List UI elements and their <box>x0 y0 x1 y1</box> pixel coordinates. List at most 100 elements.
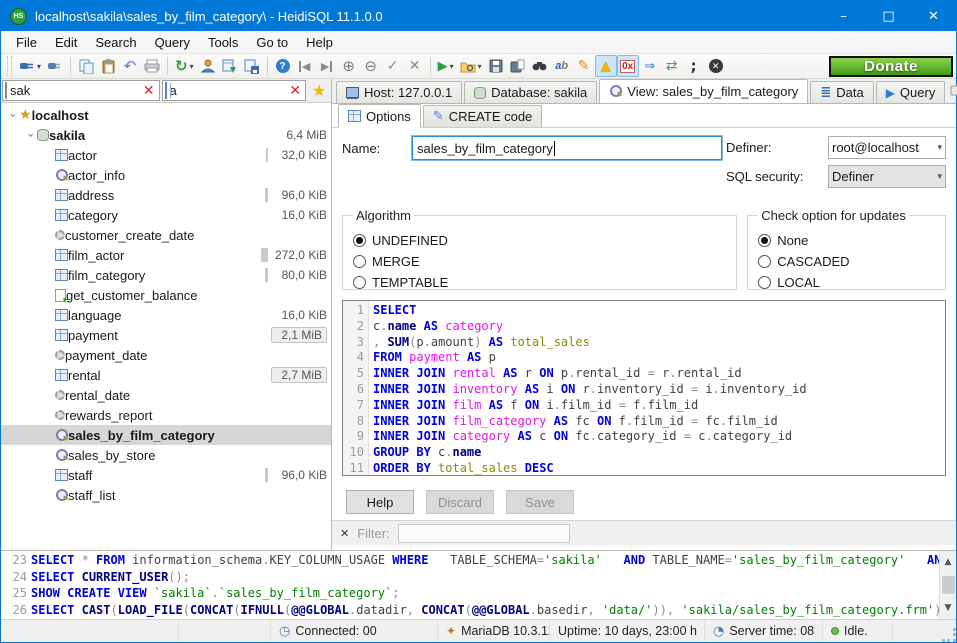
donate-button[interactable]: Donate <box>829 56 953 77</box>
delete-row-button[interactable]: ⊖ <box>360 55 382 77</box>
grid-filter-input[interactable] <box>398 524 570 543</box>
reconnect-button[interactable]: ⇄ <box>661 55 683 77</box>
copy-button[interactable] <box>75 55 97 77</box>
first-record-button[interactable]: ◀ <box>294 55 316 77</box>
bind-params-button[interactable]: 0x <box>617 55 639 77</box>
disconnect-button[interactable] <box>44 55 66 77</box>
help-form-button[interactable]: Help <box>346 490 414 514</box>
title-bar[interactable]: HS localhost\sakila\sales_by_film_catego… <box>1 1 956 31</box>
database-filter-input[interactable]: sak ✕ <box>2 80 160 101</box>
clear-table-filter-icon[interactable]: ✕ <box>287 83 303 99</box>
tab-data[interactable]: ≣Data <box>810 81 873 103</box>
tree-item-film_actor[interactable]: ›film_actor272,0 KiB <box>1 245 331 265</box>
scroll-thumb[interactable] <box>942 576 955 594</box>
radio-icon[interactable] <box>758 234 771 247</box>
tab-view[interactable]: View: sales_by_film_category <box>599 79 808 103</box>
reformat-sql-button[interactable]: ✎ <box>573 55 595 77</box>
tree-item-staff[interactable]: ›staff96,0 KiB <box>1 465 331 485</box>
export-database-button[interactable] <box>219 55 241 77</box>
tree-item-rental_date[interactable]: ›rental_date <box>1 385 331 405</box>
menu-tools[interactable]: Tools <box>199 33 247 52</box>
paste-button[interactable] <box>97 55 119 77</box>
log-scrollbar[interactable]: ▲ ▼ <box>939 551 956 619</box>
menu-query[interactable]: Query <box>146 33 199 52</box>
chevron-down-icon[interactable]: ▾ <box>478 62 482 71</box>
tree-item-actor[interactable]: ›actor32,0 KiB <box>1 145 331 165</box>
tab-host[interactable]: Host: 127.0.0.1 <box>336 81 462 103</box>
definer-combobox[interactable]: root@localhost ▾ <box>828 136 946 159</box>
tree-item-get_customer_balance[interactable]: ›get_customer_balance <box>1 285 331 305</box>
tree-item-localhost[interactable]: ›★localhost <box>1 105 331 125</box>
tab-query[interactable]: ▶Query <box>876 81 946 103</box>
delimiter-button[interactable]: ; <box>683 55 705 77</box>
tree-item-payment_date[interactable]: ›payment_date <box>1 345 331 365</box>
radio-icon[interactable] <box>758 276 771 289</box>
menu-file[interactable]: File <box>7 33 46 52</box>
tree-item-category[interactable]: ›category16,0 KiB <box>1 205 331 225</box>
insert-params-button[interactable]: ⇒ <box>639 55 661 77</box>
scroll-up-icon[interactable]: ▲ <box>945 551 952 574</box>
undo-button[interactable]: ↶ <box>119 55 141 77</box>
sql-log-panel[interactable]: 23242526 SELECT * FROM information_schem… <box>1 550 956 619</box>
menu-edit[interactable]: Edit <box>46 33 86 52</box>
tree-item-actor_info[interactable]: ›actor_info <box>1 165 331 185</box>
grid-save-button[interactable] <box>241 55 263 77</box>
tree-item-staff_list[interactable]: ›staff_list <box>1 485 331 505</box>
chevron-down-icon[interactable]: ▾ <box>450 62 454 71</box>
menu-go-to[interactable]: Go to <box>247 33 297 52</box>
menu-search[interactable]: Search <box>86 33 145 52</box>
replace-text-button[interactable]: ab <box>551 55 573 77</box>
favorites-star-icon[interactable]: ★ <box>307 79 331 102</box>
menu-help[interactable]: Help <box>297 33 342 52</box>
algorithm-option-temptable[interactable]: TEMPTABLE <box>353 275 726 290</box>
radio-icon[interactable] <box>353 276 366 289</box>
post-changes-button[interactable]: ✓ <box>382 55 404 77</box>
chevron-down-icon[interactable]: ▾ <box>190 62 194 71</box>
save-sql-as-button[interactable] <box>507 55 529 77</box>
algorithm-option-undefined[interactable]: UNDEFINED <box>353 233 726 248</box>
clear-database-filter-icon[interactable]: ✕ <box>141 83 157 99</box>
stop-button[interactable]: ✕ <box>705 55 727 77</box>
close-button[interactable]: ✕ <box>911 1 956 31</box>
find-text-button[interactable] <box>529 55 551 77</box>
tree-item-address[interactable]: ›address96,0 KiB <box>1 185 331 205</box>
insert-row-button[interactable]: ⊕ <box>338 55 360 77</box>
maximize-button[interactable]: □ <box>866 1 911 31</box>
check-option-cascaded[interactable]: CASCADED <box>758 254 935 269</box>
tree-item-rental[interactable]: ›rental2,7 MiB <box>1 365 331 385</box>
tree-item-film_category[interactable]: ›film_category80,0 KiB <box>1 265 331 285</box>
view-name-input[interactable]: sales_by_film_category <box>412 136 722 160</box>
tree-item-payment[interactable]: ›payment2,1 MiB <box>1 325 331 345</box>
view-select-editor[interactable]: 1234567891011 SELECTc.name AS category, … <box>342 300 946 476</box>
last-record-button[interactable]: ▶ <box>316 55 338 77</box>
radio-icon[interactable] <box>758 255 771 268</box>
subtab-options[interactable]: Options <box>338 104 421 128</box>
cancel-editing-button[interactable]: ✕ <box>404 55 426 77</box>
tab-database[interactable]: Database: sakila <box>464 81 597 103</box>
tree-item-language[interactable]: ›language16,0 KiB <box>1 305 331 325</box>
chevron-down-icon[interactable]: ▾ <box>37 62 41 71</box>
scroll-down-icon[interactable]: ▼ <box>945 597 952 620</box>
resize-grip[interactable] <box>942 628 956 642</box>
load-sql-file-button[interactable]: ▾ <box>457 55 485 77</box>
highlight-errors-button[interactable]: ▲ <box>595 55 617 77</box>
editor-code[interactable]: SELECTc.name AS category, SUM(p.amount) … <box>369 301 945 475</box>
tree-item-sales_by_store[interactable]: ›sales_by_store <box>1 445 331 465</box>
close-filter-icon[interactable]: ✕ <box>340 527 349 540</box>
user-manager-button[interactable] <box>197 55 219 77</box>
tree-item-customer_create_date[interactable]: ›customer_create_date <box>1 225 331 245</box>
execute-sql-button[interactable]: ▶▾ <box>435 55 457 77</box>
tree-item-rewards_report[interactable]: ›rewards_report <box>1 405 331 425</box>
refresh-button[interactable]: ↻▾ <box>172 55 197 77</box>
toolbar-grip[interactable] <box>7 56 12 76</box>
tree-item-sakila[interactable]: ›sakila6,4 MiB <box>1 125 331 145</box>
check-option-local[interactable]: LOCAL <box>758 275 935 290</box>
print-button[interactable] <box>141 55 163 77</box>
check-option-none[interactable]: None <box>758 233 935 248</box>
table-filter-input[interactable]: a ✕ <box>162 80 307 101</box>
subtab-create-code[interactable]: ✎CREATE code <box>423 105 542 127</box>
session-manager-button[interactable]: ▾ <box>16 55 44 77</box>
new-query-tab-button[interactable] <box>947 79 957 101</box>
sql-security-dropdown[interactable]: Definer ▾ <box>828 165 946 188</box>
save-sql-button[interactable] <box>485 55 507 77</box>
